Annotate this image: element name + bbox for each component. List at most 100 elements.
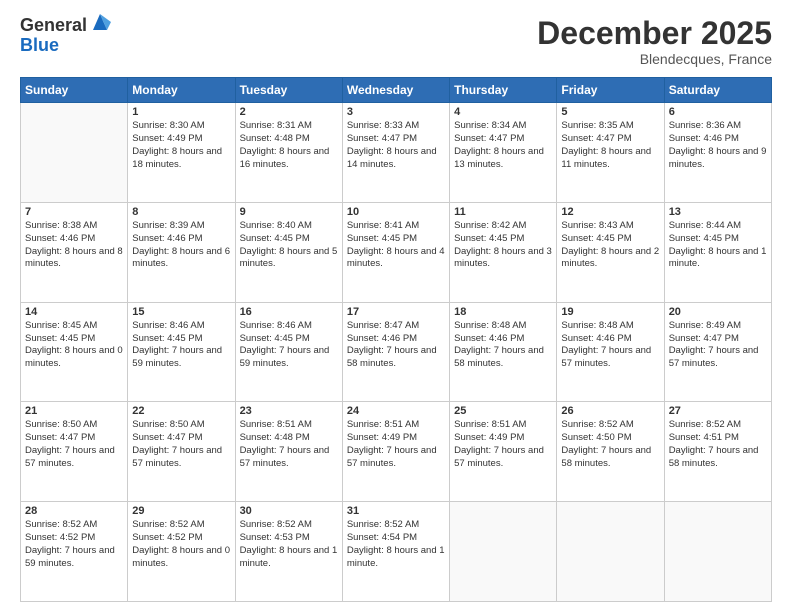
day-number: 17: [347, 306, 445, 318]
day-number: 1: [132, 106, 230, 118]
calendar-week-row: 28 Sunrise: 8:52 AMSunset: 4:52 PMDaylig…: [21, 502, 772, 602]
day-info: Sunrise: 8:39 AMSunset: 4:46 PMDaylight:…: [132, 220, 230, 269]
header-monday: Monday: [128, 78, 235, 103]
table-row: 3 Sunrise: 8:33 AMSunset: 4:47 PMDayligh…: [342, 103, 449, 203]
table-row: 4 Sunrise: 8:34 AMSunset: 4:47 PMDayligh…: [450, 103, 557, 203]
table-row: 2 Sunrise: 8:31 AMSunset: 4:48 PMDayligh…: [235, 103, 342, 203]
day-info: Sunrise: 8:46 AMSunset: 4:45 PMDaylight:…: [132, 320, 222, 369]
table-row: 1 Sunrise: 8:30 AMSunset: 4:49 PMDayligh…: [128, 103, 235, 203]
table-row: 29 Sunrise: 8:52 AMSunset: 4:52 PMDaylig…: [128, 502, 235, 602]
table-row: 18 Sunrise: 8:48 AMSunset: 4:46 PMDaylig…: [450, 302, 557, 402]
day-info: Sunrise: 8:44 AMSunset: 4:45 PMDaylight:…: [669, 220, 767, 269]
table-row: 11 Sunrise: 8:42 AMSunset: 4:45 PMDaylig…: [450, 202, 557, 302]
day-info: Sunrise: 8:48 AMSunset: 4:46 PMDaylight:…: [561, 320, 651, 369]
table-row: 21 Sunrise: 8:50 AMSunset: 4:47 PMDaylig…: [21, 402, 128, 502]
day-number: 30: [240, 505, 338, 517]
day-info: Sunrise: 8:35 AMSunset: 4:47 PMDaylight:…: [561, 120, 651, 169]
table-row: 24 Sunrise: 8:51 AMSunset: 4:49 PMDaylig…: [342, 402, 449, 502]
day-info: Sunrise: 8:52 AMSunset: 4:50 PMDaylight:…: [561, 419, 651, 468]
table-row: 22 Sunrise: 8:50 AMSunset: 4:47 PMDaylig…: [128, 402, 235, 502]
table-row: 9 Sunrise: 8:40 AMSunset: 4:45 PMDayligh…: [235, 202, 342, 302]
header-tuesday: Tuesday: [235, 78, 342, 103]
day-number: 3: [347, 106, 445, 118]
day-number: 21: [25, 405, 123, 417]
header-sunday: Sunday: [21, 78, 128, 103]
day-info: Sunrise: 8:52 AMSunset: 4:53 PMDaylight:…: [240, 519, 338, 568]
day-number: 7: [25, 206, 123, 218]
day-number: 18: [454, 306, 552, 318]
day-number: 20: [669, 306, 767, 318]
header-wednesday: Wednesday: [342, 78, 449, 103]
day-number: 25: [454, 405, 552, 417]
table-row: 28 Sunrise: 8:52 AMSunset: 4:52 PMDaylig…: [21, 502, 128, 602]
day-info: Sunrise: 8:50 AMSunset: 4:47 PMDaylight:…: [132, 419, 222, 468]
table-row: 27 Sunrise: 8:52 AMSunset: 4:51 PMDaylig…: [664, 402, 771, 502]
day-number: 13: [669, 206, 767, 218]
logo-general-text: General: [20, 16, 87, 36]
calendar-header-row: Sunday Monday Tuesday Wednesday Thursday…: [21, 78, 772, 103]
logo-icon: [89, 12, 111, 32]
day-number: 27: [669, 405, 767, 417]
day-number: 5: [561, 106, 659, 118]
day-info: Sunrise: 8:52 AMSunset: 4:52 PMDaylight:…: [132, 519, 230, 568]
logo: General Blue: [20, 16, 111, 56]
day-number: 2: [240, 106, 338, 118]
day-number: 10: [347, 206, 445, 218]
title-block: December 2025 Blendecques, France: [537, 16, 772, 67]
day-info: Sunrise: 8:48 AMSunset: 4:46 PMDaylight:…: [454, 320, 544, 369]
day-info: Sunrise: 8:34 AMSunset: 4:47 PMDaylight:…: [454, 120, 544, 169]
table-row: 19 Sunrise: 8:48 AMSunset: 4:46 PMDaylig…: [557, 302, 664, 402]
table-row: 6 Sunrise: 8:36 AMSunset: 4:46 PMDayligh…: [664, 103, 771, 203]
day-info: Sunrise: 8:31 AMSunset: 4:48 PMDaylight:…: [240, 120, 330, 169]
day-info: Sunrise: 8:49 AMSunset: 4:47 PMDaylight:…: [669, 320, 759, 369]
day-info: Sunrise: 8:52 AMSunset: 4:52 PMDaylight:…: [25, 519, 115, 568]
month-title: December 2025: [537, 16, 772, 51]
page: General Blue December 2025 Blendecques, …: [0, 0, 792, 612]
day-number: 24: [347, 405, 445, 417]
table-row: 10 Sunrise: 8:41 AMSunset: 4:45 PMDaylig…: [342, 202, 449, 302]
table-row: 7 Sunrise: 8:38 AMSunset: 4:46 PMDayligh…: [21, 202, 128, 302]
day-number: 14: [25, 306, 123, 318]
day-info: Sunrise: 8:30 AMSunset: 4:49 PMDaylight:…: [132, 120, 222, 169]
day-number: 23: [240, 405, 338, 417]
day-number: 26: [561, 405, 659, 417]
header-saturday: Saturday: [664, 78, 771, 103]
day-info: Sunrise: 8:38 AMSunset: 4:46 PMDaylight:…: [25, 220, 123, 269]
day-number: 8: [132, 206, 230, 218]
day-info: Sunrise: 8:47 AMSunset: 4:46 PMDaylight:…: [347, 320, 437, 369]
day-info: Sunrise: 8:43 AMSunset: 4:45 PMDaylight:…: [561, 220, 659, 269]
table-row: [450, 502, 557, 602]
day-number: 12: [561, 206, 659, 218]
day-info: Sunrise: 8:41 AMSunset: 4:45 PMDaylight:…: [347, 220, 445, 269]
table-row: 14 Sunrise: 8:45 AMSunset: 4:45 PMDaylig…: [21, 302, 128, 402]
table-row: 23 Sunrise: 8:51 AMSunset: 4:48 PMDaylig…: [235, 402, 342, 502]
day-number: 11: [454, 206, 552, 218]
table-row: [21, 103, 128, 203]
table-row: 26 Sunrise: 8:52 AMSunset: 4:50 PMDaylig…: [557, 402, 664, 502]
calendar-table: Sunday Monday Tuesday Wednesday Thursday…: [20, 77, 772, 602]
table-row: 30 Sunrise: 8:52 AMSunset: 4:53 PMDaylig…: [235, 502, 342, 602]
day-number: 28: [25, 505, 123, 517]
calendar-week-row: 1 Sunrise: 8:30 AMSunset: 4:49 PMDayligh…: [21, 103, 772, 203]
day-info: Sunrise: 8:42 AMSunset: 4:45 PMDaylight:…: [454, 220, 552, 269]
day-info: Sunrise: 8:52 AMSunset: 4:54 PMDaylight:…: [347, 519, 445, 568]
table-row: 5 Sunrise: 8:35 AMSunset: 4:47 PMDayligh…: [557, 103, 664, 203]
table-row: [664, 502, 771, 602]
day-info: Sunrise: 8:51 AMSunset: 4:49 PMDaylight:…: [454, 419, 544, 468]
table-row: 16 Sunrise: 8:46 AMSunset: 4:45 PMDaylig…: [235, 302, 342, 402]
day-info: Sunrise: 8:51 AMSunset: 4:48 PMDaylight:…: [240, 419, 330, 468]
day-info: Sunrise: 8:50 AMSunset: 4:47 PMDaylight:…: [25, 419, 115, 468]
day-info: Sunrise: 8:52 AMSunset: 4:51 PMDaylight:…: [669, 419, 759, 468]
table-row: 13 Sunrise: 8:44 AMSunset: 4:45 PMDaylig…: [664, 202, 771, 302]
header: General Blue December 2025 Blendecques, …: [20, 16, 772, 67]
day-number: 29: [132, 505, 230, 517]
day-number: 6: [669, 106, 767, 118]
day-number: 19: [561, 306, 659, 318]
calendar-week-row: 21 Sunrise: 8:50 AMSunset: 4:47 PMDaylig…: [21, 402, 772, 502]
header-thursday: Thursday: [450, 78, 557, 103]
table-row: [557, 502, 664, 602]
day-info: Sunrise: 8:33 AMSunset: 4:47 PMDaylight:…: [347, 120, 437, 169]
location: Blendecques, France: [537, 51, 772, 67]
day-number: 22: [132, 405, 230, 417]
table-row: 31 Sunrise: 8:52 AMSunset: 4:54 PMDaylig…: [342, 502, 449, 602]
